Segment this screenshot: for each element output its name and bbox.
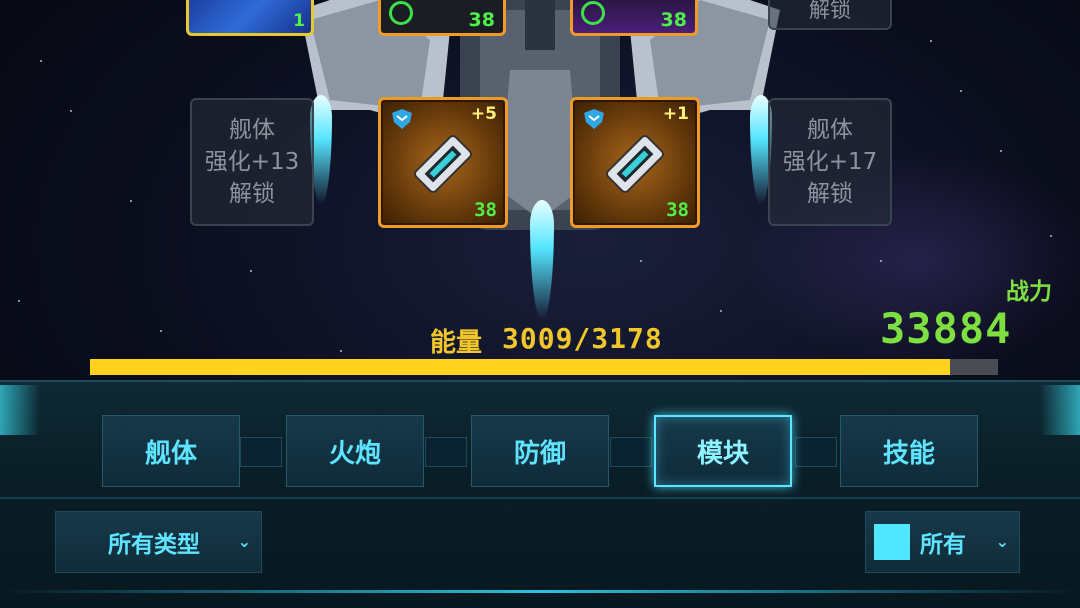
locked-slot-right[interactable]: 舰体 强化+17 解锁: [768, 98, 892, 226]
tab-separator: [425, 437, 467, 467]
lock-icon: [389, 1, 413, 25]
enhance-level: +5: [470, 104, 497, 124]
quality-filter-dropdown[interactable]: 所有 ⌄: [865, 511, 1020, 573]
bottom-glow-line: [0, 590, 1080, 593]
slot-level: 1: [293, 11, 305, 31]
power-label: 战力: [1006, 279, 1052, 305]
quality-filter-label: 所有: [920, 532, 966, 558]
color-swatch: [874, 524, 910, 560]
slot-level: 38: [474, 199, 497, 221]
top-slot-right[interactable]: 解锁: [768, 0, 892, 30]
divider: [0, 497, 1080, 499]
energy-label: 能量: [430, 328, 483, 358]
slot-level: 38: [666, 199, 689, 221]
energy-value: 3009/3178: [502, 322, 663, 355]
module-slot-a[interactable]: +5 38: [378, 97, 508, 228]
tab-defense[interactable]: 防御: [471, 415, 609, 487]
panel-glow-left: [0, 385, 40, 435]
module-icon: [605, 134, 665, 194]
tab-cannon[interactable]: 火炮: [286, 415, 424, 487]
module-icon: [413, 134, 473, 194]
module-slot-b[interactable]: +1 38: [570, 97, 700, 228]
locked-slot-left[interactable]: 舰体 强化+13 解锁: [190, 98, 314, 226]
chevron-down-icon: ⌄: [995, 532, 1009, 551]
tab-module[interactable]: 模块: [654, 415, 792, 487]
top-slot-left[interactable]: 1: [186, 0, 314, 36]
energy-fill: [90, 359, 950, 375]
lock-icon: [581, 1, 605, 25]
tab-separator: [240, 437, 282, 467]
energy-bar: [90, 359, 998, 375]
slot-locked-text: 舰体 强化+13 解锁: [204, 117, 300, 207]
panel-glow-right: [1040, 385, 1080, 435]
type-filter-dropdown[interactable]: 所有类型 ⌄: [55, 511, 262, 573]
slot-locked-text: 解锁: [809, 0, 851, 22]
tab-skill[interactable]: 技能: [840, 415, 978, 487]
tab-separator: [795, 437, 837, 467]
top-slot-mid2[interactable]: 38: [570, 0, 698, 36]
slot-level: 38: [468, 9, 495, 31]
top-slot-mid1[interactable]: 38: [378, 0, 506, 36]
type-filter-label: 所有类型: [108, 532, 200, 558]
category-tabs: 舰体 火炮 防御 模块 技能: [100, 415, 980, 487]
enhance-level: +1: [662, 104, 689, 124]
power-value: 33884: [880, 304, 1012, 353]
slot-locked-text: 舰体 强化+17 解锁: [782, 117, 878, 207]
slot-level: 38: [660, 9, 687, 31]
chevron-down-icon: ⌄: [237, 532, 251, 551]
tab-hull[interactable]: 舰体: [102, 415, 240, 487]
tab-separator: [610, 437, 652, 467]
